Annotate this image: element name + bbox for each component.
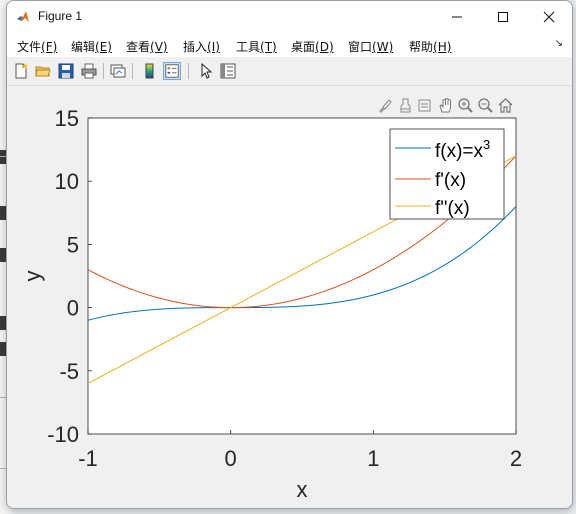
close-button[interactable] (526, 1, 572, 33)
x-tick-label: -1 (78, 446, 98, 471)
figure-window: Figure 1 文件(F) 编辑(E) 查看(V) 插入(I) 工具(T) 桌… (6, 0, 573, 509)
close-icon (543, 11, 555, 23)
toolbar-separator (188, 63, 189, 79)
y-tick-label: 0 (67, 296, 79, 321)
legend-label-f: f(x)=x3 (435, 137, 490, 162)
link-plot-icon[interactable] (109, 62, 127, 80)
menu-window[interactable]: 窗口(W) (348, 38, 393, 55)
edit-plot-icon[interactable] (197, 62, 215, 80)
legend-icon[interactable] (163, 62, 181, 80)
open-file-icon[interactable] (34, 62, 52, 80)
matlab-logo-icon (17, 11, 29, 22)
new-figure-icon[interactable] (12, 62, 30, 80)
axes-plot[interactable]: -1 0 1 2151050-5-10 x y f(x)=x3 f'(x) f''(x… (7, 86, 572, 508)
y-tick-label: 15 (55, 106, 79, 131)
menu-edit[interactable]: 编辑(E) (71, 38, 112, 55)
toolbar-separator (103, 63, 104, 79)
save-icon[interactable] (57, 62, 75, 80)
x-tick-label: 0 (225, 446, 237, 471)
x-tick-label: 2 (510, 446, 522, 471)
menu-tools[interactable]: 工具(T) (236, 38, 277, 55)
y-axis-label: y (20, 271, 45, 282)
y-tick-label: -10 (47, 422, 79, 447)
maximize-icon (498, 12, 508, 22)
menu-insert[interactable]: 插入(I) (183, 38, 220, 55)
menu-desktop[interactable]: 桌面(D) (291, 38, 334, 55)
menu-view[interactable]: 查看(V) (126, 38, 168, 55)
minimize-icon (452, 16, 462, 18)
menu-file[interactable]: 文件(F) (17, 38, 57, 55)
menu-overflow-arrow-icon[interactable]: ↘ (555, 38, 563, 49)
menu-bar: 文件(F) 编辑(E) 查看(V) 插入(I) 工具(T) 桌面(D) 窗口(W… (7, 33, 572, 57)
menu-help[interactable]: 帮助(H) (409, 38, 451, 55)
x-tick-label: 1 (367, 446, 379, 471)
y-tick-label: 5 (67, 232, 79, 257)
colorbar-icon[interactable] (141, 62, 159, 80)
x-axis-label: x (297, 477, 308, 502)
title-bar[interactable]: Figure 1 (7, 1, 572, 33)
figure-toolbar (7, 57, 572, 86)
minimize-button[interactable] (434, 1, 480, 33)
maximize-button[interactable] (480, 1, 526, 33)
y-tick-label: -5 (59, 359, 79, 384)
legend-label-f2: f''(x) (435, 198, 470, 219)
figure-canvas[interactable]: -1 0 1 2 15 10 5 0 -5 -10 x y f(x)=x3 f'(x) f''(x… (7, 86, 572, 508)
legend[interactable]: f(x)=x3 f'(x) f''(x) (389, 128, 505, 220)
print-icon[interactable] (80, 62, 98, 80)
window-title: Figure 1 (38, 9, 83, 23)
legend-label-f1: f'(x) (435, 170, 466, 191)
y-tick-label: 10 (55, 169, 79, 194)
toolbar-separator (132, 63, 133, 79)
property-inspector-icon[interactable] (219, 62, 237, 80)
